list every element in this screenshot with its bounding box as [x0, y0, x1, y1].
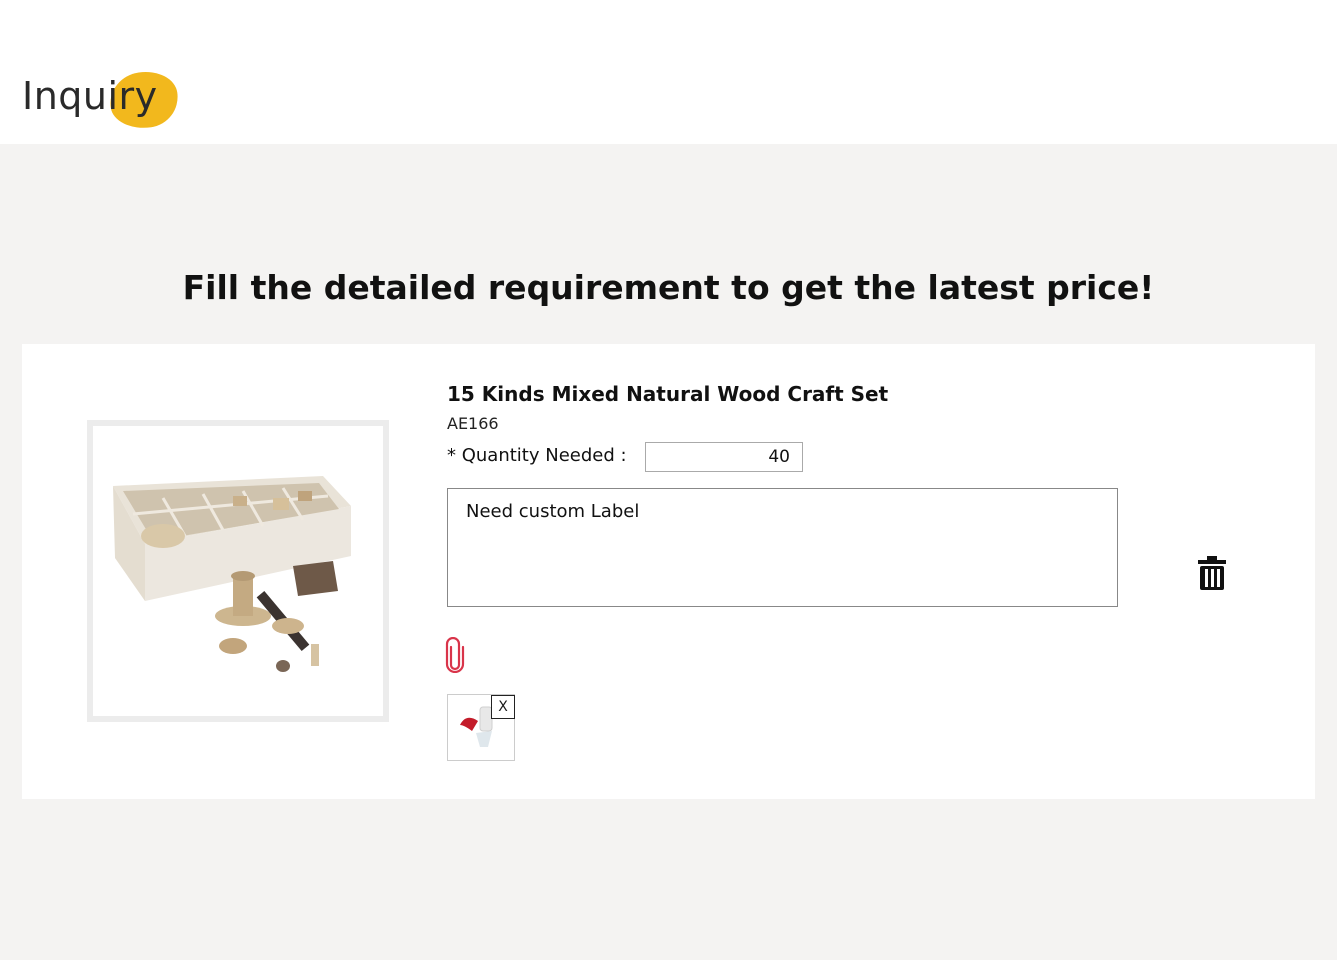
quantity-input[interactable]	[645, 442, 803, 472]
product-title[interactable]: 15 Kinds Mixed Natural Wood Craft Set	[447, 382, 888, 406]
quantity-label: * Quantity Needed :	[447, 445, 627, 466]
paperclip-icon[interactable]	[445, 636, 465, 674]
attachment-thumbnail[interactable]: X	[447, 694, 515, 761]
page-headline: Fill the detailed requirement to get the…	[182, 268, 1155, 307]
trash-icon[interactable]	[1196, 554, 1228, 592]
product-image	[87, 420, 389, 722]
inquiry-item-card: 15 Kinds Mixed Natural Wood Craft Set AE…	[22, 344, 1315, 799]
product-sku: AE166	[447, 414, 499, 433]
inquiry-logo[interactable]: Inquiry	[22, 67, 192, 134]
requirement-note-textarea[interactable]: Need custom Label	[447, 488, 1118, 607]
remove-attachment-button[interactable]: X	[491, 695, 515, 719]
page-header: Inquiry	[0, 0, 1337, 144]
logo-text: Inquiry	[22, 74, 158, 118]
